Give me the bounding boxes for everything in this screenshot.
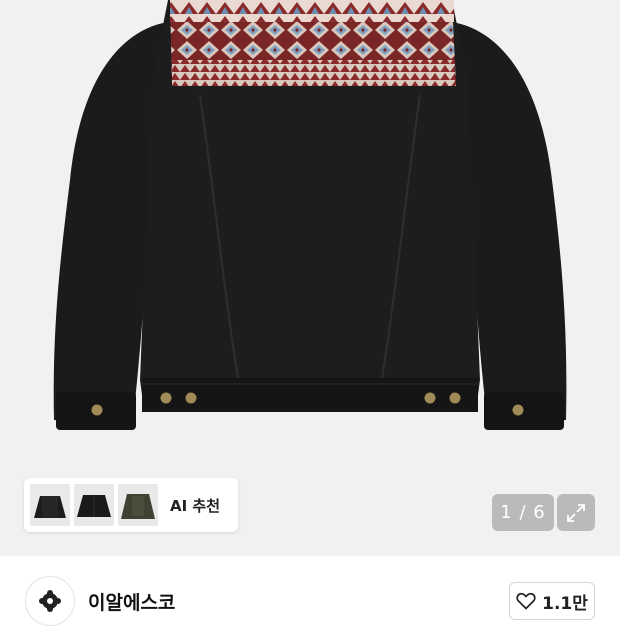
- expand-button[interactable]: [557, 494, 595, 531]
- heart-icon: [516, 592, 536, 610]
- image-counter: 1 / 6: [492, 494, 554, 531]
- product-image-gallery[interactable]: AI 추천 1 / 6: [0, 0, 620, 556]
- expand-icon: [567, 503, 585, 522]
- ai-recommend-label: AI 추천: [170, 496, 221, 515]
- shop-logo-icon: [39, 590, 61, 612]
- ai-recommend-strip[interactable]: AI 추천: [24, 478, 238, 532]
- like-button[interactable]: 1.1만: [509, 582, 595, 620]
- like-count: 1.1만: [542, 593, 588, 614]
- recommend-thumbnail-3[interactable]: [118, 484, 158, 526]
- product-image: [53, 0, 567, 430]
- shop-avatar[interactable]: [25, 576, 75, 626]
- shop-name[interactable]: 이알에스코: [88, 588, 175, 615]
- recommend-thumbnail-2[interactable]: [74, 484, 114, 526]
- recommend-thumbnail-1[interactable]: [30, 484, 70, 526]
